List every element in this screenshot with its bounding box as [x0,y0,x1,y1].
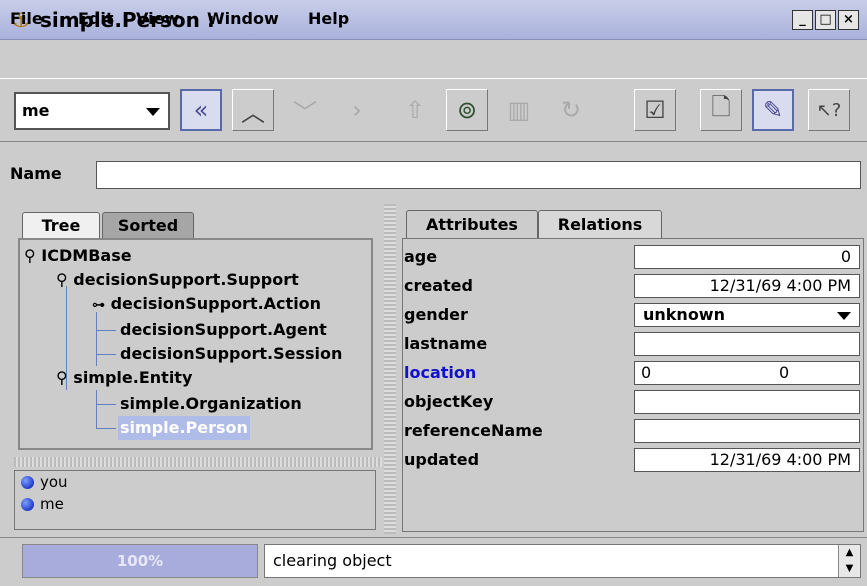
updated-field[interactable]: 12/31/69 4:00 PM [634,448,860,472]
list-item[interactable]: you [15,471,375,493]
tree-line [96,404,116,405]
user-label: me [40,495,64,513]
tab-attributes[interactable]: Attributes [406,210,538,238]
tree-node[interactable]: ⚲ simple.Entity [56,366,192,390]
window-title: simple.Person : [40,8,215,32]
checklist-button[interactable]: ☑ [634,89,676,131]
attr-label-objectkey: objectKey [404,392,494,411]
name-field[interactable] [96,161,861,189]
expanded-handle-icon[interactable]: ⚲ [24,246,36,265]
close-button[interactable]: × [838,10,859,30]
vertical-splitter[interactable] [384,204,396,534]
chevron-down-icon [146,108,160,116]
user-dot-icon [21,476,34,489]
chevron-down-icon [837,312,851,320]
menu-file[interactable]: File [10,7,43,31]
menu-view[interactable]: View [136,7,179,31]
back-button[interactable]: « [180,89,222,131]
lastname-field[interactable] [634,332,860,356]
menu-bar [0,40,867,76]
right-chevron-icon: › [352,96,362,124]
list-item[interactable]: me [15,493,375,515]
checklist-icon: ☑ [644,96,666,124]
minimize-button[interactable]: _ [792,10,813,30]
double-left-chevron-icon: « [193,96,209,124]
gender-select[interactable]: unknown [634,303,860,327]
maximize-button[interactable]: □ [815,10,836,30]
location-y: 0 [779,363,790,382]
tree-line [96,312,97,366]
gender-value: unknown [643,305,725,324]
find-button[interactable]: ⊚ [446,89,488,131]
objectkey-field[interactable] [634,390,860,414]
upload-arrow-icon: ⇧ [404,96,426,124]
progress-bar: 100% [22,544,258,578]
user-dot-icon [21,498,34,511]
user-list: you me [14,470,376,530]
attr-label-location-link[interactable]: location [404,361,476,385]
status-spinner[interactable]: ▲ ▼ [838,545,860,577]
menu-help[interactable]: Help [308,7,349,31]
down-chevron-icon: ﹀ [293,98,317,127]
attr-label-age: age [404,247,438,266]
name-label: Name [10,164,62,183]
tree-node[interactable]: ⚲ ICDMBase [24,244,132,268]
tree-line [96,330,116,331]
new-document-icon: 🗋 [711,92,731,121]
up-button[interactable]: ︿ [232,89,274,131]
tree-node[interactable]: ⚲ decisionSupport.Support [56,268,299,292]
location-x: 0 [641,363,652,382]
edit-button[interactable]: ✎ [752,89,794,131]
attr-label-gender: gender [404,305,468,324]
undo-button[interactable]: ↻ [550,89,592,131]
up-chevron-icon: ︿ [241,98,265,127]
new-object-button[interactable]: 🗋 [700,89,742,131]
user-combo[interactable]: me [14,92,170,130]
created-field[interactable]: 12/31/69 4:00 PM [634,274,860,298]
spinner-down-icon[interactable]: ▼ [839,561,860,577]
tree-line [96,390,97,428]
attr-label-updated: updated [404,450,480,469]
expanded-handle-icon[interactable]: ⚲ [56,368,68,387]
tab-relations[interactable]: Relations [538,210,662,238]
tree-line [96,354,116,355]
export-button[interactable]: ⇧ [394,89,436,131]
location-field[interactable]: 0 0 [634,361,860,385]
tree-node[interactable]: simple.Organization [120,392,302,416]
binoculars-icon: ⊚ [456,96,478,124]
referencename-field[interactable] [634,419,860,443]
tree-node[interactable]: ⊶ decisionSupport.Action [92,292,321,316]
attr-label-lastname: lastname [404,334,488,353]
horizontal-splitter[interactable] [14,457,382,467]
attr-label-referencename: referenceName [404,421,543,440]
tree-node-label: simple.Entity [73,368,193,387]
tree-node-label: ICDMBase [41,246,132,265]
tab-sorted[interactable]: Sorted [102,212,194,238]
user-label: you [40,473,68,491]
pencil-icon: ✎ [762,96,784,124]
undo-icon: ↻ [560,96,582,124]
expanded-handle-icon[interactable]: ⚲ [56,270,68,289]
attr-label-created: created [404,276,473,295]
menu-edit[interactable]: Edit [78,7,114,31]
delete-button[interactable]: ▥ [498,89,540,131]
tree-line [96,428,116,429]
tree-node[interactable]: decisionSupport.Agent [120,318,327,342]
down-button[interactable]: ﹀ [284,89,326,131]
tree-node-selected[interactable]: simple.Person [118,416,250,440]
status-message: clearing object [264,544,861,578]
trash-icon: ▥ [507,96,531,124]
tree-node-label: decisionSupport.Support [73,270,299,289]
forward-button[interactable]: › [336,89,378,131]
spinner-up-icon[interactable]: ▲ [839,545,860,561]
tree-node[interactable]: decisionSupport.Session [120,342,342,366]
help-pointer-button[interactable]: ↖? [808,89,850,131]
age-field[interactable]: 0 [634,245,860,269]
tree-node-label: decisionSupport.Action [110,294,322,313]
menu-window[interactable]: Window [207,7,279,31]
tab-tree[interactable]: Tree [22,212,100,238]
collapsed-handle-icon[interactable]: ⊶ [92,298,105,313]
user-combo-value: me [22,101,50,120]
help-pointer-icon: ↖? [816,99,842,121]
